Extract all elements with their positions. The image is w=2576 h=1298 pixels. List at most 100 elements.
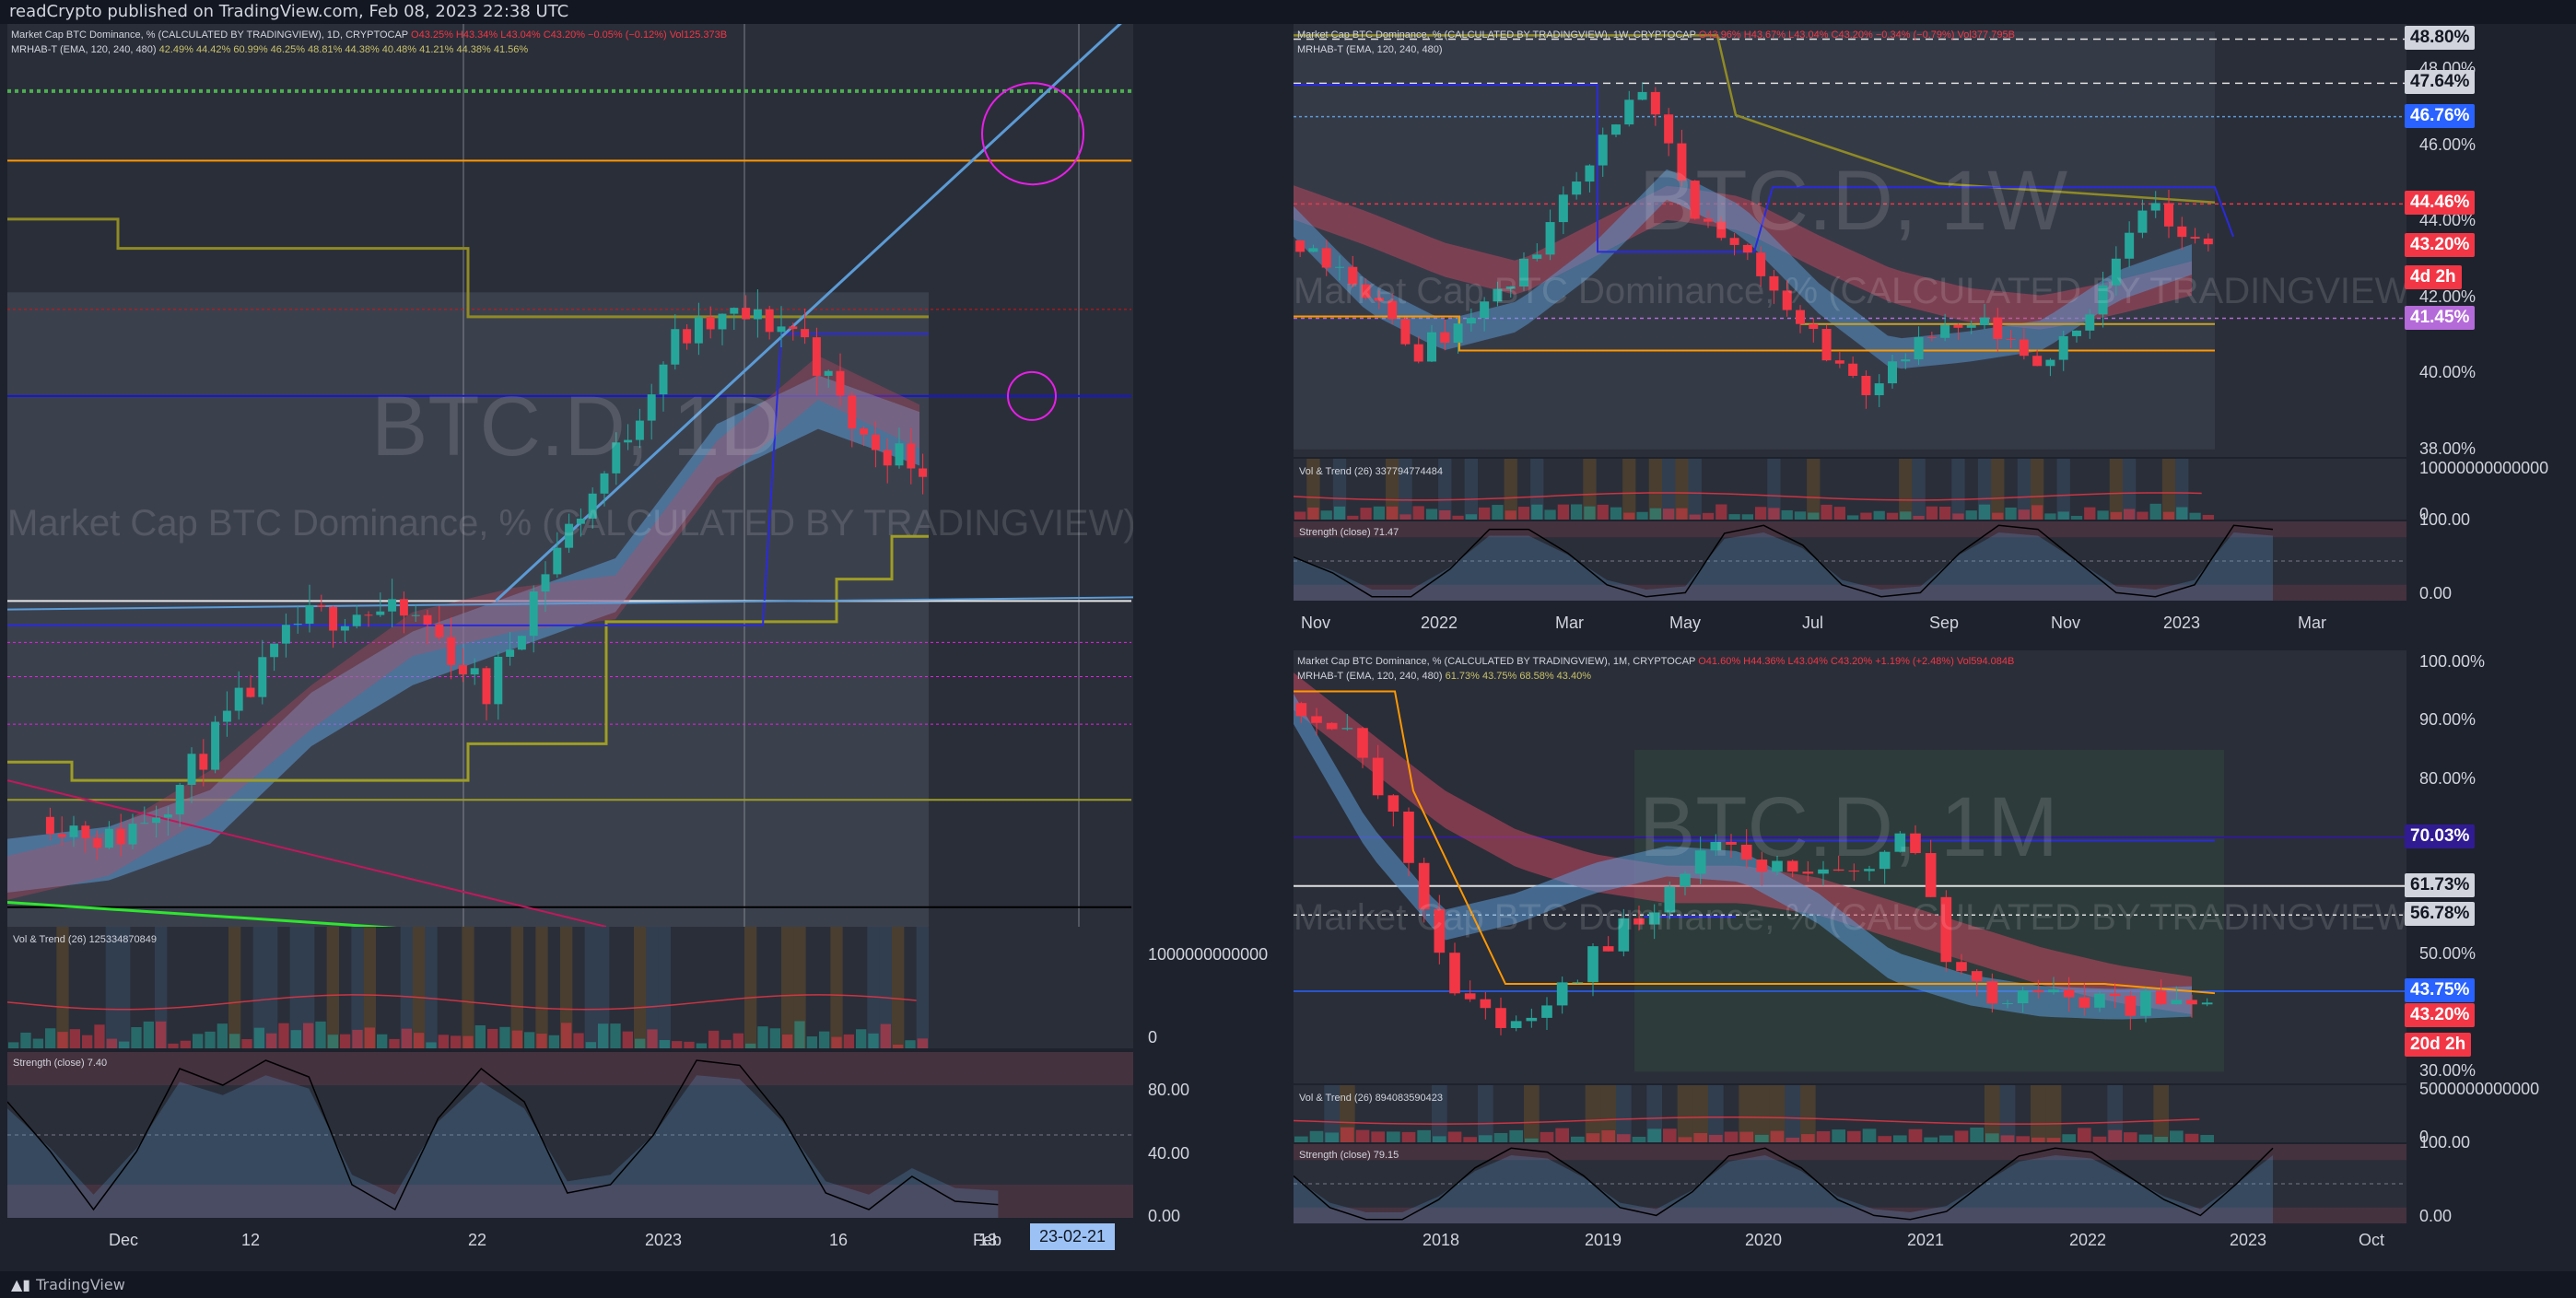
daily-candle	[777, 326, 786, 333]
weekly-candle	[1400, 319, 1411, 345]
monthly-vol-header: Vol & Trend (26) 894083590423	[1299, 1093, 1443, 1104]
daily-trend-bg	[867, 927, 880, 1048]
monthly-chart-panel[interactable]: Market Cap BTC Dominance, % (CALCULATED …	[1294, 650, 2406, 1083]
weekly-vol-bar	[1557, 504, 1569, 520]
daily-candle	[211, 721, 220, 770]
monthly-trend-bg	[2045, 1085, 2062, 1142]
monthly-candle	[2048, 989, 2059, 993]
daily-trend-bg	[781, 927, 794, 1048]
daily-strength-label-text: Strength (close)	[13, 1058, 85, 1069]
weekly-watermark-sub: Market Cap BTC Dominance, % (CALCULATED …	[1294, 271, 2406, 311]
daily-vol-axis-top: 1000000000000	[1148, 945, 1269, 964]
daily-candle	[470, 668, 479, 675]
daily-candle	[399, 599, 408, 616]
daily-vol-bar	[131, 1026, 142, 1048]
monthly-vol-bar	[1479, 1135, 1493, 1142]
daily-candle	[234, 687, 243, 711]
weekly-strength-pane[interactable]: Strength (close) 71.47	[1294, 521, 2406, 601]
weekly-vol-bar	[2044, 513, 2056, 520]
daily-vol-bar	[82, 1035, 93, 1048]
monthly-candle	[2125, 996, 2137, 1016]
weekly-vol-bar	[1847, 515, 1859, 520]
daily-chart-panel[interactable]: Market Cap BTC Dominance, % (CALCULATED …	[7, 24, 1133, 927]
weekly-title: Market Cap BTC Dominance, % (CALCULATED …	[1297, 29, 2015, 41]
daily-vol-bar	[917, 1038, 928, 1048]
weekly-candle	[2203, 238, 2213, 245]
daily-vol-bar	[340, 1034, 351, 1048]
weekly-vol-bar	[2084, 507, 2096, 520]
monthly-candle	[1326, 722, 1338, 730]
weekly-vol-bar	[2176, 507, 2188, 520]
weekly-price-tick: 40.00%	[2419, 363, 2476, 382]
weekly-vol-bar	[1939, 507, 1951, 520]
daily-vol-bar	[856, 1029, 867, 1048]
weekly-trend-bg	[1951, 459, 1965, 520]
weekly-vol-bar	[1833, 507, 1845, 520]
daily-strength-tick: 0.00	[1148, 1207, 1181, 1225]
monthly-price-tag: 56.78%	[2405, 902, 2476, 927]
weekly-x-tick: Mar	[1555, 614, 1584, 632]
daily-strength-val-text: 7.40	[87, 1058, 108, 1069]
monthly-vol-bar	[1355, 1129, 1370, 1142]
weekly-chart-panel[interactable]: Market Cap BTC Dominance, % (CALCULATED …	[1294, 24, 2406, 457]
monthly-candle	[1956, 962, 1967, 972]
daily-vol-bar	[229, 1034, 240, 1048]
daily-candle	[293, 624, 302, 626]
weekly-x-tick: Jul	[1802, 614, 1824, 632]
weekly-vol-bar	[1373, 506, 1385, 520]
weekly-strength-val-text: 71.47	[1373, 527, 1399, 538]
weekly-vol-bar	[1465, 514, 1477, 520]
monthly-candle	[1971, 971, 1983, 982]
daily-vol-pane[interactable]: Vol & Trend (26) 125334870849 1000000000…	[7, 927, 1133, 1048]
weekly-vol-bar	[1294, 511, 1306, 520]
monthly-x-tick: 2021	[1907, 1231, 1945, 1249]
monthly-candle	[1403, 811, 1414, 863]
daily-candle	[258, 657, 267, 697]
monthly-vol-bar	[1371, 1131, 1385, 1142]
tradingview-footer[interactable]: ▲▮ TradingView	[0, 1271, 2576, 1298]
weekly-vol-bar	[1610, 507, 1622, 520]
daily-candle	[895, 443, 904, 466]
monthly-price-tag: 61.73%	[2405, 872, 2476, 897]
daily-price-svg[interactable]	[7, 24, 1133, 927]
monthly-price-tick: 30.00%	[2419, 1061, 2476, 1081]
weekly-vol-bar	[1505, 510, 1516, 520]
daily-vol-bar	[94, 1024, 105, 1048]
weekly-candle	[1901, 359, 1911, 362]
monthly-vol-bar	[1939, 1135, 1953, 1142]
weekly-price-tick: 42.00%	[2419, 286, 2476, 306]
monthly-vol-bar	[1571, 1136, 1585, 1142]
daily-candle	[718, 313, 727, 330]
weekly-strength-tick: 0.00	[2419, 584, 2453, 602]
weekly-vol-pane[interactable]: Vol & Trend (26) 337794774484	[1294, 459, 2406, 520]
daily-candle	[553, 547, 562, 575]
monthly-vol-bar	[1401, 1131, 1416, 1142]
weekly-candle	[1993, 317, 2003, 339]
weekly-candle	[1427, 332, 1436, 362]
weekly-strength-header: Strength (close) 71.47	[1299, 527, 1399, 538]
monthly-vol-bar	[1447, 1131, 1462, 1142]
daily-vol-bar	[880, 1023, 891, 1048]
monthly-trend-bg	[1677, 1085, 1693, 1142]
daily-candle	[860, 428, 869, 435]
monthly-strength-pane[interactable]: Strength (close) 79.15	[1294, 1144, 2406, 1223]
weekly-vol-bar	[2018, 509, 2030, 520]
daily-vol-bar	[32, 1038, 43, 1048]
monthly-vol-pane[interactable]: Vol & Trend (26) 894083590423	[1294, 1085, 2406, 1142]
monthly-title-text: Market Cap BTC Dominance, % (CALCULATED …	[1297, 656, 1696, 667]
monthly-vol-bar	[1663, 1128, 1677, 1142]
weekly-vol-bar	[1702, 512, 1715, 520]
weekly-candle	[2190, 237, 2200, 239]
daily-vol-bar	[119, 1041, 130, 1048]
weekly-trend-bg	[1899, 459, 1913, 520]
daily-strength-pane[interactable]: Strength (close) 7.40	[7, 1052, 1133, 1218]
monthly-vol-bar	[1908, 1128, 1923, 1142]
weekly-strength-label-text: Strength (close)	[1299, 527, 1371, 538]
monthly-x-tick: Oct	[2359, 1231, 2385, 1249]
weekly-vol-bar	[1347, 515, 1359, 520]
daily-candle	[753, 309, 762, 320]
monthly-vol-bar	[1954, 1130, 1969, 1142]
monthly-vol-bar	[2138, 1134, 2153, 1142]
daily-candle	[128, 824, 137, 845]
monthly-strength-label-text: Strength (close)	[1299, 1150, 1371, 1161]
